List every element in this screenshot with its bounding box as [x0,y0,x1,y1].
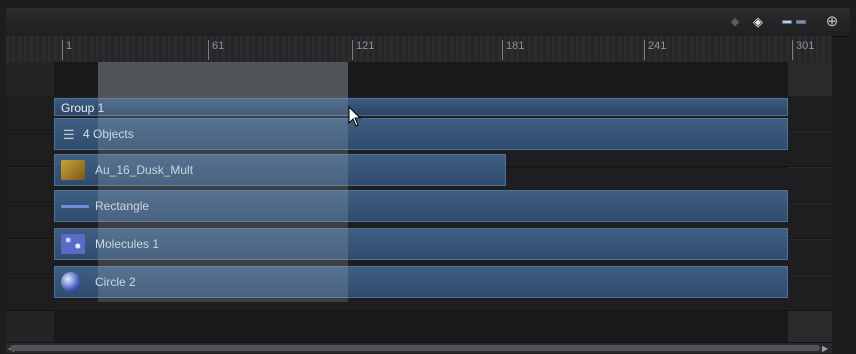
ruler-tick [502,40,503,60]
scroll-right-icon[interactable]: ▶ [822,344,828,353]
track-bar-circle-2[interactable]: Circle 2 [54,266,788,298]
zoom-slider-left-icon [782,20,792,24]
track-label: Molecules 1 [95,237,160,251]
track-label: Group 1 [61,101,105,115]
ruler-label: 61 [212,40,225,52]
ruler-tick [792,40,793,60]
image-thumbnail-icon [61,160,85,180]
track-bar-group-1[interactable]: Group 1 [54,98,788,116]
scrollbar-thumb[interactable] [10,345,820,351]
ruler-label: 1 [66,40,73,52]
ruler-tick [208,40,209,60]
track-bar-rectangle[interactable]: Rectangle [54,190,788,222]
ruler-label: 181 [506,40,525,52]
track-bar-objects[interactable]: ☰ 4 Objects [54,118,788,150]
add-keyframe-icon[interactable]: ◈ [750,14,766,30]
circle-shape-icon [61,272,81,292]
list-icon: ☰ [63,127,75,142]
ruler-tick [62,40,63,60]
ruler-label: 121 [356,40,375,52]
timeline-toolbar: ◆ ◈ ⊕ [6,8,850,37]
timeline-window: ◆ ◈ ⊕ 1 61 121 181 241 301 Group 1 ☰ 4 O… [0,0,856,354]
track-label: 4 Objects [83,127,134,141]
ruler-tick [644,40,645,60]
ruler-tick [352,40,353,60]
zoom-slider-right-icon [796,20,806,24]
particles-thumbnail-icon [61,234,85,254]
track-label: Au_16_Dusk_Mult [95,163,194,177]
track-label: Circle 2 [95,275,136,289]
zoom-slider-icon[interactable] [782,14,808,30]
track-bar-au-16-dusk-mult[interactable]: Au_16_Dusk_Mult [54,154,506,186]
time-ruler[interactable]: 1 61 121 181 241 301 [6,36,832,62]
play-range-header[interactable] [98,62,348,98]
keyframe-prev-icon[interactable]: ◆ [728,14,742,30]
zoom-icon[interactable]: ⊕ [822,14,842,30]
ruler-label: 301 [796,40,815,52]
track-label: Rectangle [95,199,150,213]
rectangle-shape-icon [61,205,89,208]
track-bar-molecules-1[interactable]: Molecules 1 [54,228,788,260]
ruler-label: 241 [648,40,667,52]
horizontal-scrollbar[interactable]: ◀ ▶ [6,342,832,353]
timeline-tracks: Group 1 ☰ 4 Objects Au_16_Dusk_Mult Rect… [6,62,832,342]
mouse-pointer-icon [348,106,362,127]
